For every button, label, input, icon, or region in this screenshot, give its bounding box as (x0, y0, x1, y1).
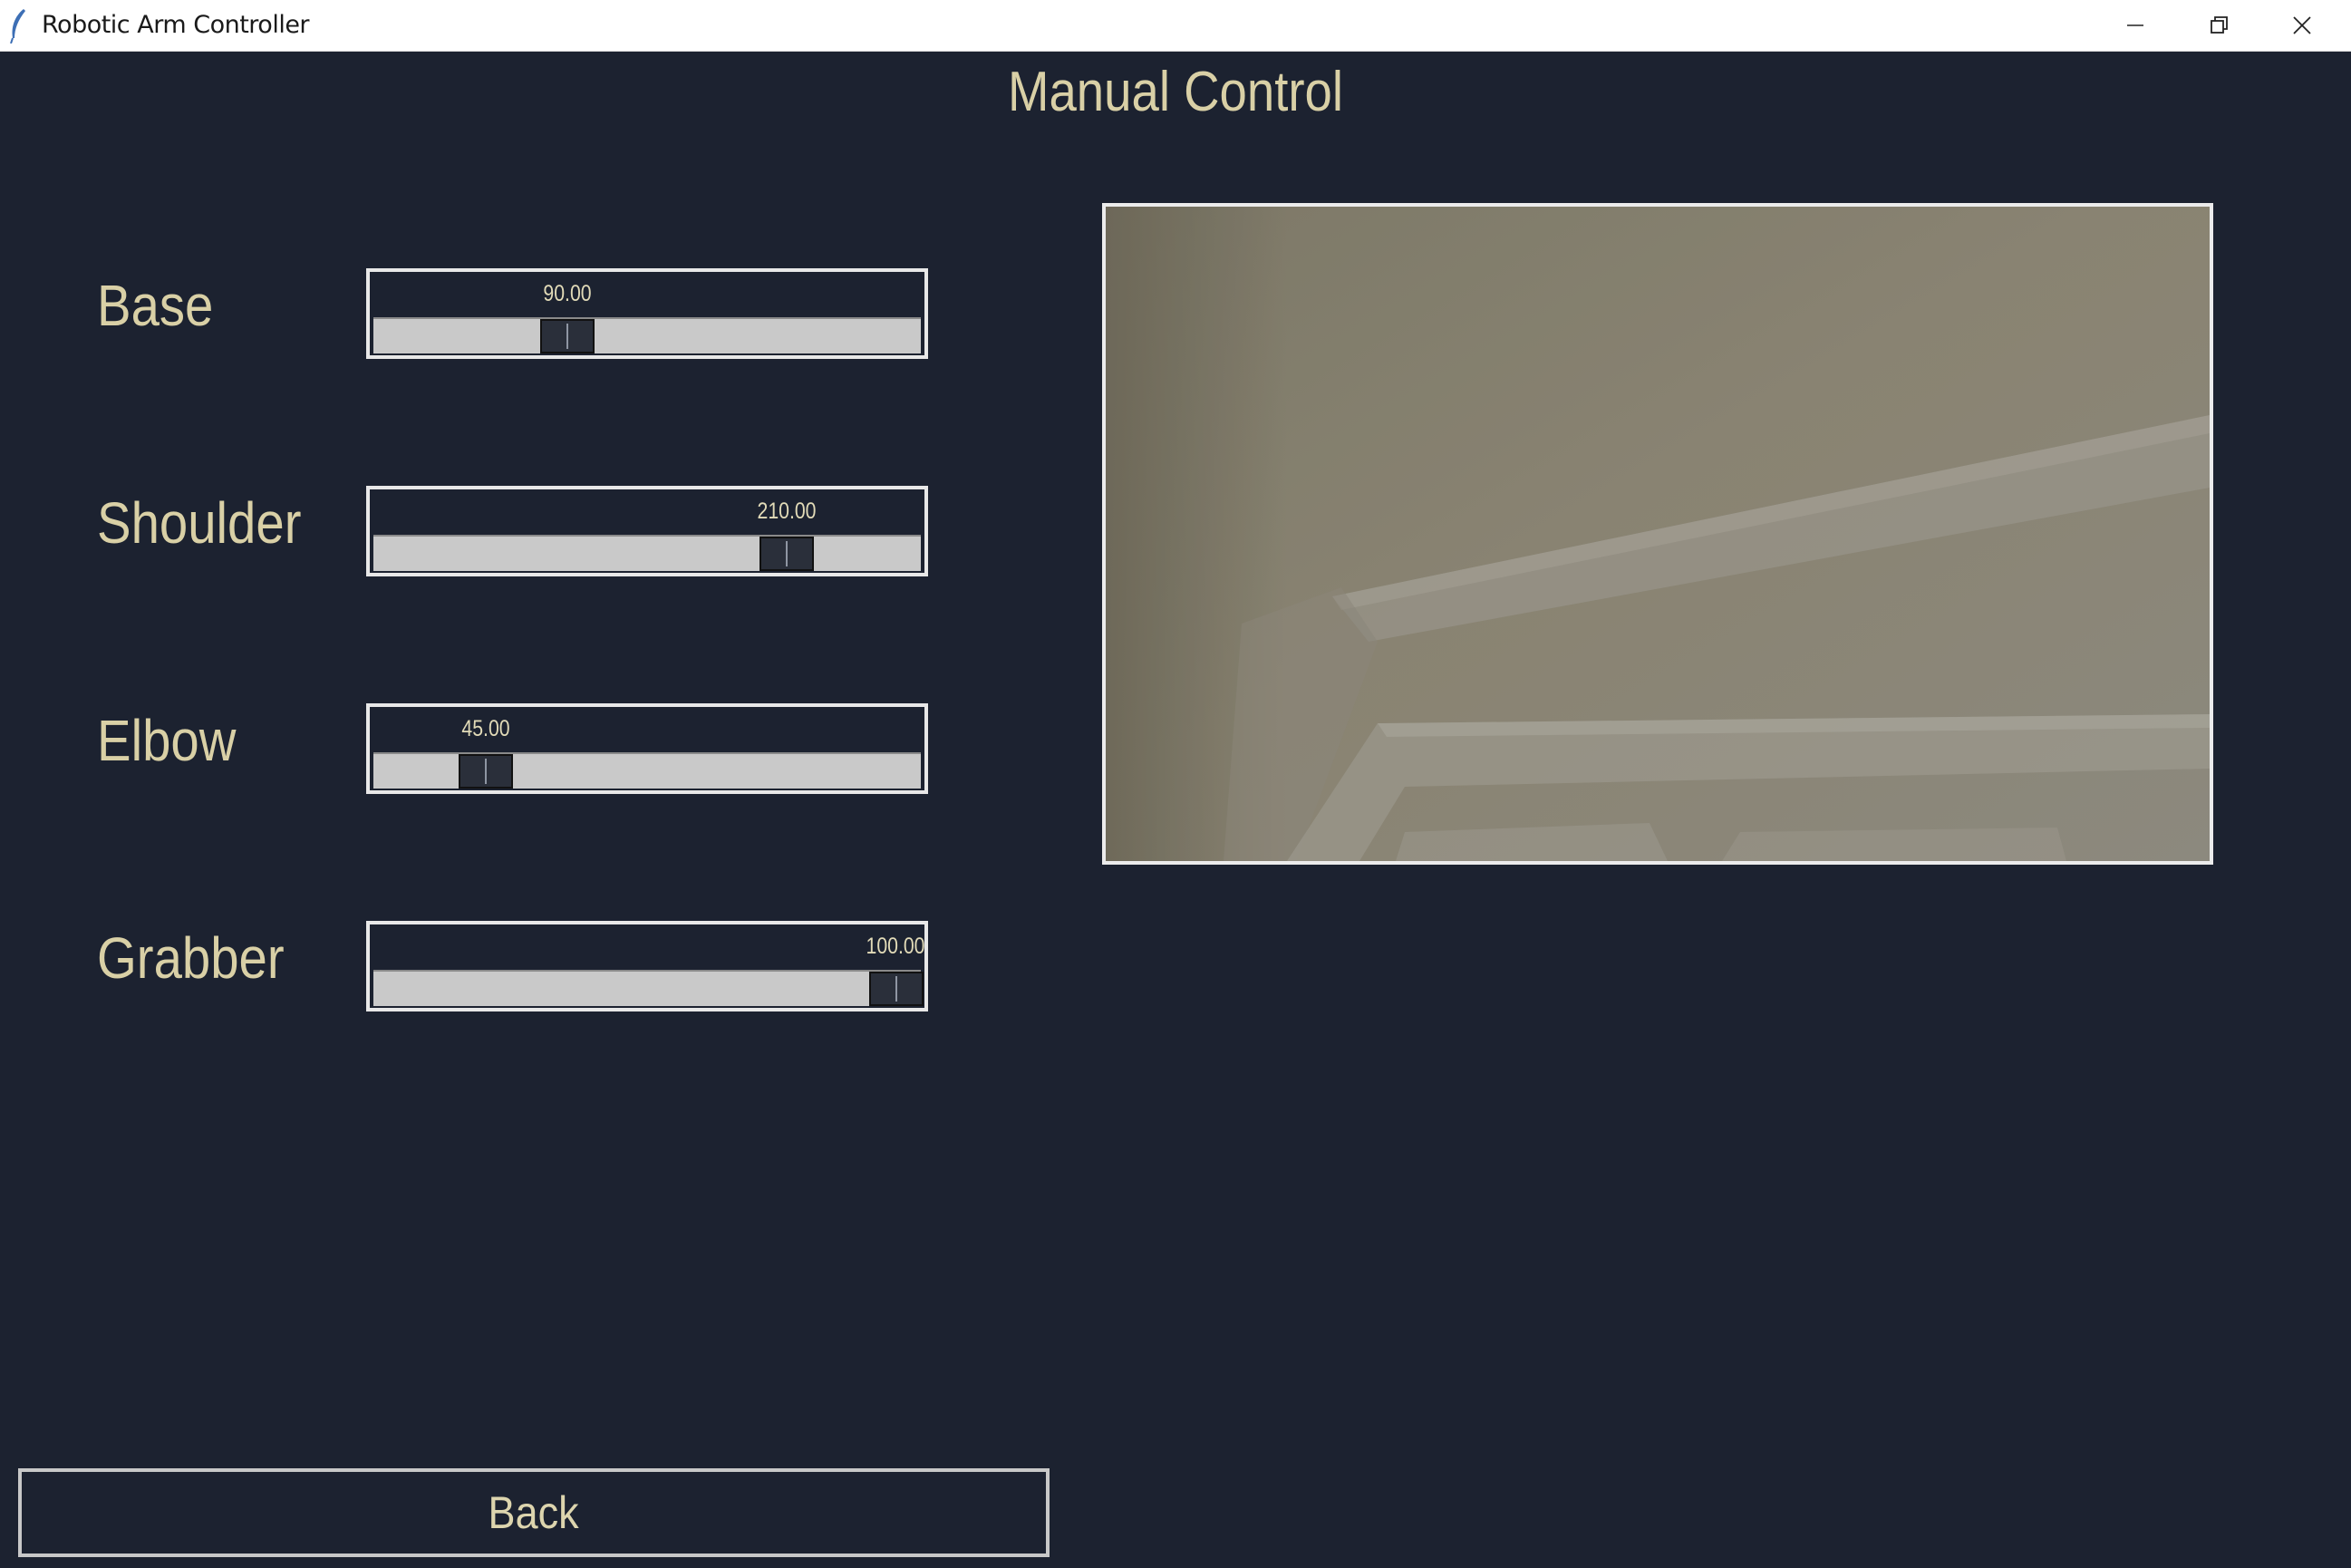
feather-icon (7, 7, 29, 44)
base-label: Base (97, 273, 214, 338)
base-slider-value: 90.00 (543, 281, 592, 306)
back-button-label: Back (488, 1487, 580, 1538)
grabber-slider-value: 100.00 (866, 934, 925, 959)
grabber-slider[interactable]: 100.00 (366, 921, 928, 1011)
back-button[interactable]: Back (18, 1468, 1050, 1557)
minimize-button[interactable] (2094, 0, 2177, 51)
shoulder-slider-trough[interactable] (373, 535, 921, 571)
elbow-label: Elbow (97, 708, 237, 773)
grabber-slider-thumb[interactable] (868, 972, 924, 1006)
grabber-label: Grabber (97, 925, 285, 991)
close-icon (2291, 15, 2313, 36)
shoulder-slider[interactable]: 210.00 (366, 486, 928, 576)
camera-image (1106, 207, 2210, 861)
elbow-slider-value: 45.00 (461, 716, 510, 741)
shoulder-slider-thumb[interactable] (759, 537, 815, 571)
base-slider-thumb[interactable] (540, 319, 595, 353)
page-title: Manual Control (1008, 61, 1343, 123)
camera-feed (1102, 203, 2213, 865)
close-button[interactable] (2260, 0, 2344, 51)
shoulder-label: Shoulder (97, 490, 302, 556)
app-window: Robotic Arm Controller Manual Control Ba… (0, 0, 2351, 1568)
base-slider-trough[interactable] (373, 317, 921, 353)
grabber-slider-trough[interactable] (373, 970, 921, 1006)
shoulder-slider-value: 210.00 (757, 498, 817, 524)
window-title: Robotic Arm Controller (42, 11, 310, 39)
elbow-slider-thumb[interactable] (458, 754, 513, 789)
restore-button[interactable] (2177, 0, 2260, 51)
minimize-icon (2124, 15, 2146, 36)
elbow-slider[interactable]: 45.00 (366, 703, 928, 794)
restore-icon (2208, 15, 2230, 36)
base-slider[interactable]: 90.00 (366, 268, 928, 359)
elbow-slider-trough[interactable] (373, 752, 921, 789)
title-bar[interactable]: Robotic Arm Controller (0, 0, 2351, 52)
